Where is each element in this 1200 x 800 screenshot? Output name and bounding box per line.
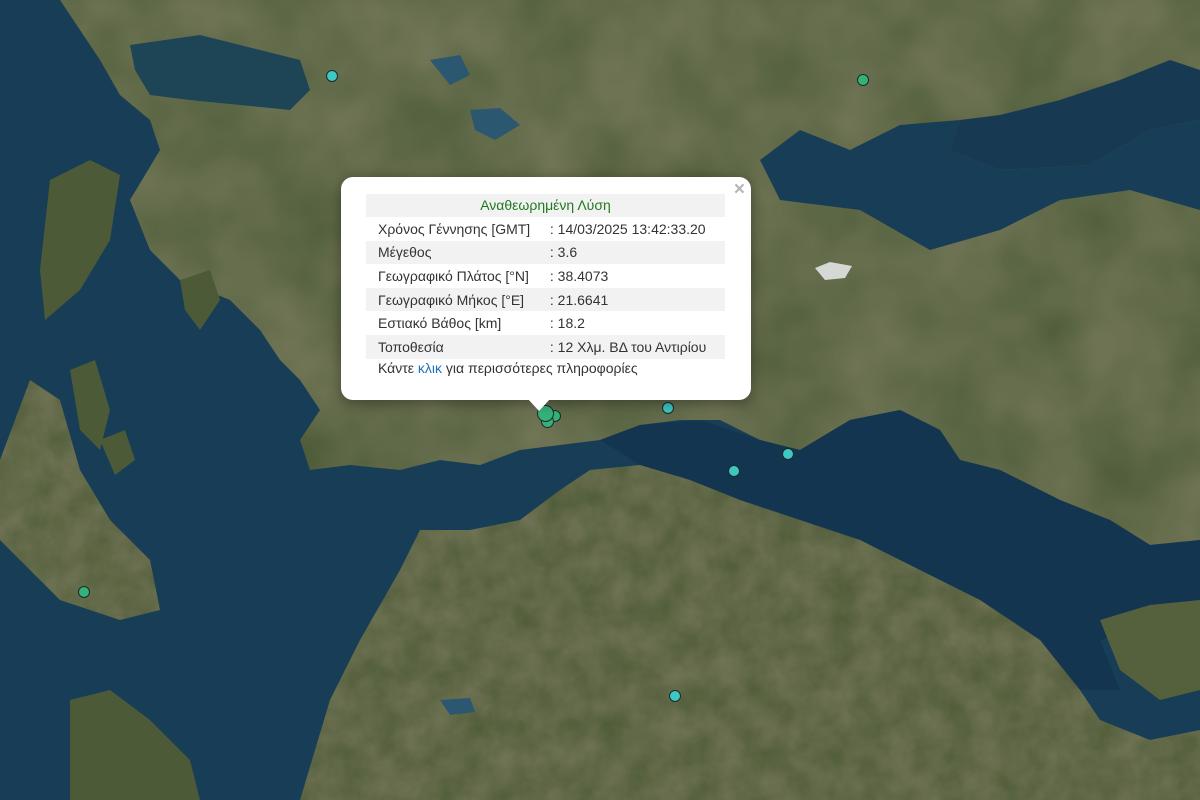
earthquake-marker[interactable] [669,690,681,702]
earthquake-marker[interactable] [78,586,90,598]
earthquake-marker[interactable] [326,70,338,82]
row-label: Χρόνος Γέννησης [GMT] [378,220,531,237]
row-label: Γεωγραφικό Μήκος [°E] [366,287,550,312]
earthquake-marker[interactable] [857,74,869,86]
row-label: Γεωγραφικό Πλάτος [°N] [378,267,529,284]
earthquake-marker[interactable] [662,402,674,414]
popup-title: Αναθεωρημένη Λύση [366,194,725,217]
table-row: Εστιακό Βάθος [km] : 18.2 [366,311,725,335]
table-row: Γεωγραφικό Μήκος [°E] : 21.6641 [366,287,725,312]
row-value: : 21.6641 [549,287,725,312]
row-value: : 38.4073 [549,267,609,284]
row-value: : 12 Χλμ. ΒΔ του Αντιρίου [549,334,725,359]
earthquake-marker[interactable] [782,448,794,460]
row-label: Μέγεθος [366,240,550,265]
satellite-map[interactable] [0,0,1200,800]
earthquake-details-table: Χρόνος Γέννησης [GMT] : 14/03/2025 13:42… [366,217,725,359]
row-value: : 14/03/2025 13:42:33.20 [549,220,706,237]
more-info-link[interactable]: κλικ [418,360,442,376]
close-icon[interactable]: × [734,179,745,201]
earthquake-info-popup: × Αναθεωρημένη Λύση Χρόνος Γέννησης [GMT… [341,177,751,400]
more-info-suffix: για περισσότερες πληροφορίες [442,360,638,376]
row-value: : 18.2 [549,315,585,332]
more-info-prefix: Κάντε [378,360,418,376]
table-row: Τοποθεσία : 12 Χλμ. ΒΔ του Αντιρίου [366,334,725,359]
popup-tip [527,398,551,411]
row-label: Τοποθεσία [366,334,550,359]
table-row: Γεωγραφικό Πλάτος [°N] : 38.4073 [366,264,725,288]
row-value: : 3.6 [549,240,725,265]
more-info-text: Κάντε κλικ για περισσότερες πληροφορίες [378,360,638,376]
table-row: Χρόνος Γέννησης [GMT] : 14/03/2025 13:42… [366,217,725,241]
row-label: Εστιακό Βάθος [km] [378,315,502,332]
earthquake-marker[interactable] [728,465,740,477]
table-row: Μέγεθος : 3.6 [366,240,725,265]
